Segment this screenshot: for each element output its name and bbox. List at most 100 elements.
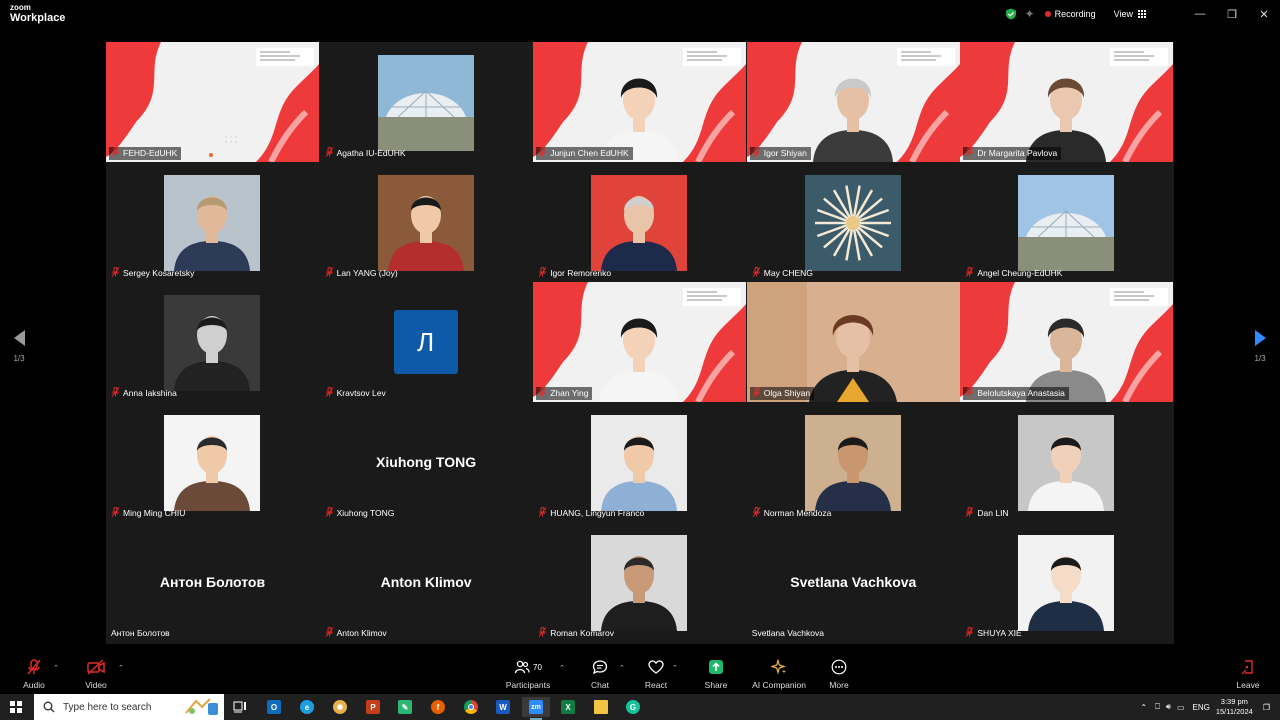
participant-tile[interactable]: Roman Komarov <box>533 522 747 642</box>
view-button[interactable]: View <box>1114 9 1146 19</box>
participant-tile[interactable]: Norman Mendoza <box>746 402 960 522</box>
participant-name: Agatha IU-EdUHK <box>336 148 406 158</box>
participant-tile[interactable]: Sergey Kosaretsky <box>106 162 319 282</box>
participant-name: SHUYA XIE <box>977 628 1022 638</box>
excel-app-icon[interactable]: X <box>554 697 582 717</box>
participant-tile[interactable]: Л Kravtsov Lev <box>319 282 533 402</box>
chat-options-chevron-icon[interactable]: ⌃ <box>619 664 625 672</box>
show-hidden-icons-chevron-icon[interactable]: ⌃ <box>1140 703 1147 712</box>
next-page-nav[interactable]: 1/3 <box>1249 330 1271 363</box>
participants-button[interactable]: 70 Participants <box>498 658 558 690</box>
participant-name: Zhan Ying <box>550 388 589 398</box>
chrome-browser-icon[interactable] <box>457 697 485 717</box>
ai-sparkle-icon[interactable]: ✦ <box>1025 7 1035 21</box>
recording-indicator[interactable]: Recording <box>1044 9 1096 19</box>
participant-tile[interactable]: Xiuhong TONG Xiuhong TONG <box>319 402 533 522</box>
restore-icon[interactable]: ❐ <box>1216 0 1248 28</box>
audio-options-chevron-icon[interactable]: ⌃ <box>53 664 59 672</box>
meeting-toolbar: Audio ⌃ Video ⌃ 70 Participants ⌃ Chat ⌃… <box>0 654 1280 694</box>
input-language[interactable]: ENG <box>1193 703 1210 712</box>
grammarly-app-icon[interactable]: G <box>619 697 647 717</box>
file-explorer-icon[interactable] <box>587 697 615 717</box>
participant-tile[interactable]: Dan LIN <box>960 402 1174 522</box>
encryption-shield-icon[interactable] <box>1005 8 1017 20</box>
participant-tile[interactable]: HUANG, Lingyun Franco <box>533 402 747 522</box>
logo-small-text: zoom <box>10 3 31 12</box>
participant-name: Angel Cheung-EdUHK <box>977 268 1063 278</box>
firefox-browser-icon[interactable]: f <box>424 697 452 717</box>
participant-tile[interactable]: Anna Iakshina <box>106 282 319 402</box>
network-icon[interactable]: ⎕ <box>1155 702 1160 712</box>
close-icon[interactable]: ✕ <box>1248 0 1280 28</box>
word-app-icon[interactable]: W <box>489 697 517 717</box>
participant-tile[interactable]: Agatha IU-EdUHK <box>319 42 533 162</box>
task-view-icon[interactable] <box>226 697 254 717</box>
participant-nameplate: Olga Shiyan <box>749 386 815 400</box>
participant-tile[interactable]: Svetlana Vachkova Svetlana Vachkova <box>746 522 960 642</box>
zoom-app-icon[interactable]: zm <box>522 697 550 720</box>
minimize-icon[interactable]: — <box>1184 0 1216 28</box>
participant-tile[interactable]: FEHD-EdUHK <box>106 42 319 162</box>
taskbar-clock[interactable]: 3:39 pm 15/11/2024 <box>1216 697 1253 717</box>
taskbar-search-box[interactable]: Type here to search <box>34 694 224 720</box>
participant-nameplate: SHUYA XIE <box>963 626 1025 641</box>
react-options-chevron-icon[interactable]: ⌃ <box>672 664 678 672</box>
participant-name: Olga Shiyan <box>763 388 811 398</box>
participant-nameplate: Norman Mendoza <box>750 506 836 520</box>
participants-options-chevron-icon[interactable]: ⌃ <box>559 664 565 672</box>
participant-photo <box>804 415 901 511</box>
microphone-muted-icon <box>965 626 977 641</box>
edge-browser-icon[interactable]: e <box>293 697 321 717</box>
participant-tile[interactable]: Belolutskaya Anastasia <box>960 282 1174 402</box>
participant-name: Ming Ming CHIU <box>123 508 186 518</box>
share-button[interactable]: Share <box>686 658 746 690</box>
participant-nameplate: Dr Margarita Pavlova <box>963 146 1062 161</box>
grid-view-icon <box>1138 10 1146 18</box>
video-button[interactable]: Video <box>66 658 126 690</box>
zoom-workplace-logo: zoom Workplace <box>10 4 65 24</box>
participant-nameplate: Roman Komarov <box>536 626 618 641</box>
notifications-icon[interactable]: ❐ <box>1263 703 1270 712</box>
participant-tile[interactable]: Lan YANG (Joy) <box>319 162 533 282</box>
ai-companion-sparkle-icon <box>771 659 786 675</box>
sticky-notes-app-icon[interactable]: ✎ <box>391 697 419 717</box>
page-indicator-left: 1/3 <box>13 354 25 363</box>
participant-tile[interactable]: Zhan Ying <box>533 282 747 402</box>
participant-tile[interactable]: Anton Klimov Anton Klimov <box>319 522 533 642</box>
more-button[interactable]: More <box>809 658 869 690</box>
participant-tile[interactable]: Junjun Chen EdUHK <box>533 42 747 162</box>
recording-label: Recording <box>1054 9 1096 19</box>
participant-tile[interactable]: Olga Shiyan <box>746 282 960 402</box>
powerpoint-app-icon[interactable]: P <box>359 697 387 717</box>
microphone-muted-icon <box>538 626 550 641</box>
windows-start-icon[interactable] <box>10 701 22 713</box>
participant-name: Anton Klimov <box>336 628 387 638</box>
participant-tile[interactable]: SHUYA XIE <box>960 522 1174 642</box>
react-label: React <box>644 680 668 690</box>
participant-tile[interactable]: Ming Ming CHIU <box>106 402 319 522</box>
leave-button[interactable]: Leave <box>1218 658 1278 690</box>
ai-companion-button[interactable]: AI Companion <box>749 658 809 690</box>
arrow-left-icon[interactable] <box>13 330 25 346</box>
participant-tile[interactable]: Igor Shiyan <box>746 42 960 162</box>
participant-name: Junjun Chen EdUHK <box>550 148 629 158</box>
participant-tile[interactable]: May CHENG <box>746 162 960 282</box>
video-off-icon <box>87 659 105 675</box>
arrow-right-icon[interactable] <box>1254 330 1266 346</box>
microphone-muted-icon <box>965 146 977 161</box>
chat-button[interactable]: Chat <box>570 658 630 690</box>
speaker-volume-icon[interactable]: 🔊︎ <box>1166 702 1171 712</box>
react-button[interactable]: React <box>626 658 686 690</box>
settings-app-icon[interactable]: ✹ <box>326 697 354 717</box>
participant-tile[interactable]: Angel Cheung-EdUHK <box>960 162 1174 282</box>
participant-tile[interactable]: Igor Remorenko <box>533 162 747 282</box>
video-options-chevron-icon[interactable]: ⌃ <box>118 664 124 672</box>
audio-button[interactable]: Audio <box>4 658 64 690</box>
participant-name: Roman Komarov <box>550 628 614 638</box>
participant-tile[interactable]: Dr Margarita Pavlova <box>960 42 1174 162</box>
outlook-app-icon[interactable]: O <box>260 697 288 717</box>
battery-icon[interactable]: ▭ <box>1177 703 1185 712</box>
participant-tile[interactable]: Антон Болотов Антон Болотов <box>106 522 319 642</box>
search-placeholder: Type here to search <box>63 701 152 713</box>
prev-page-nav[interactable]: 1/3 <box>8 330 30 363</box>
